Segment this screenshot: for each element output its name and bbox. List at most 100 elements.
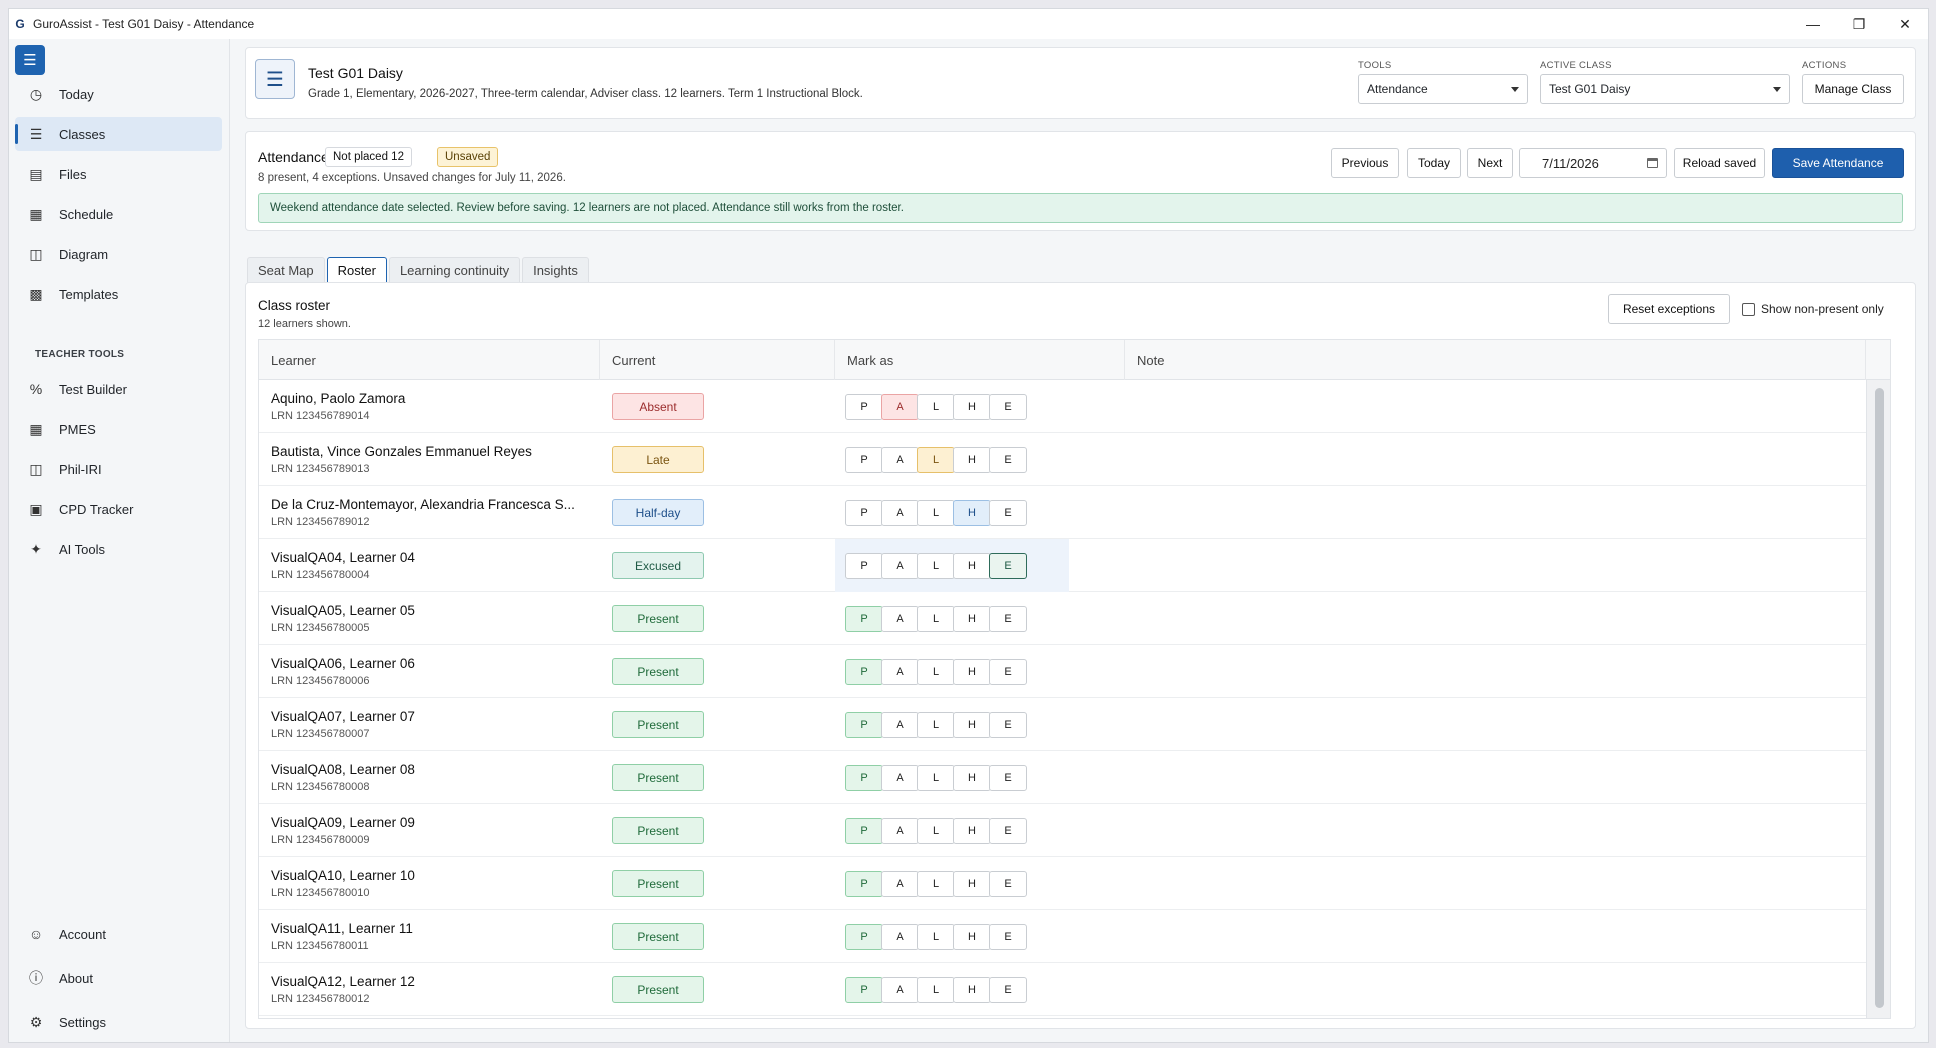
mark-absent-button[interactable]: A xyxy=(881,659,919,685)
mark-absent-button[interactable]: A xyxy=(881,924,919,950)
note-cell[interactable] xyxy=(1069,539,1866,592)
sidebar-item-schedule[interactable]: ▦ Schedule xyxy=(15,197,222,231)
mark-late-button[interactable]: L xyxy=(917,500,955,526)
mark-excused-button[interactable]: E xyxy=(989,553,1027,579)
tools-select[interactable]: Attendance xyxy=(1358,74,1528,104)
sidebar-item-test-builder[interactable]: % Test Builder xyxy=(15,372,222,406)
mark-half-day-button[interactable]: H xyxy=(953,394,991,420)
mark-half-day-button[interactable]: H xyxy=(953,924,991,950)
sidebar-item-diagram[interactable]: ◫ Diagram xyxy=(15,237,222,271)
sidebar-item-phil-iri[interactable]: ◫ Phil-IRI xyxy=(15,452,222,486)
menu-toggle-button[interactable]: ☰ xyxy=(15,45,45,75)
mark-excused-button[interactable]: E xyxy=(989,977,1027,1003)
sidebar-item-settings[interactable]: ⚙ Settings xyxy=(15,1005,222,1039)
mark-late-button[interactable]: L xyxy=(917,818,955,844)
mark-excused-button[interactable]: E xyxy=(989,606,1027,632)
mark-late-button[interactable]: L xyxy=(917,606,955,632)
mark-absent-button[interactable]: A xyxy=(881,394,919,420)
note-cell[interactable] xyxy=(1069,698,1866,751)
note-cell[interactable] xyxy=(1069,380,1866,433)
mark-present-button[interactable]: P xyxy=(845,394,883,420)
mark-absent-button[interactable]: A xyxy=(881,818,919,844)
mark-late-button[interactable]: L xyxy=(917,553,955,579)
mark-excused-button[interactable]: E xyxy=(989,659,1027,685)
next-button[interactable]: Next xyxy=(1467,148,1513,178)
minimize-icon[interactable]: — xyxy=(1790,9,1836,39)
sidebar-item-pmes[interactable]: ▦ PMES xyxy=(15,412,222,446)
mark-excused-button[interactable]: E xyxy=(989,500,1027,526)
sidebar-item-files[interactable]: ▤ Files xyxy=(15,157,222,191)
mark-excused-button[interactable]: E xyxy=(989,447,1027,473)
scrollbar-thumb[interactable] xyxy=(1875,388,1884,1008)
mark-late-button[interactable]: L xyxy=(917,765,955,791)
mark-absent-button[interactable]: A xyxy=(881,606,919,632)
sidebar-item-account[interactable]: ☺ Account xyxy=(15,917,222,951)
mark-half-day-button[interactable]: H xyxy=(953,447,991,473)
mark-half-day-button[interactable]: H xyxy=(953,818,991,844)
tab-insights[interactable]: Insights xyxy=(522,257,589,283)
mark-excused-button[interactable]: E xyxy=(989,394,1027,420)
save-attendance-button[interactable]: Save Attendance xyxy=(1772,148,1904,178)
manage-class-button[interactable]: Manage Class xyxy=(1802,74,1904,104)
mark-absent-button[interactable]: A xyxy=(881,500,919,526)
close-icon[interactable]: ✕ xyxy=(1882,9,1928,39)
note-cell[interactable] xyxy=(1069,592,1866,645)
mark-present-button[interactable]: P xyxy=(845,659,883,685)
mark-half-day-button[interactable]: H xyxy=(953,765,991,791)
sidebar-item-ai-tools[interactable]: ✦ AI Tools xyxy=(15,532,222,566)
mark-present-button[interactable]: P xyxy=(845,765,883,791)
mark-half-day-button[interactable]: H xyxy=(953,712,991,738)
sidebar-item-cpd-tracker[interactable]: ▣ CPD Tracker xyxy=(15,492,222,526)
sidebar-item-classes[interactable]: ☰ Classes xyxy=(15,117,222,151)
note-cell[interactable] xyxy=(1069,857,1866,910)
note-cell[interactable] xyxy=(1069,433,1866,486)
roster-scrollbar[interactable] xyxy=(1866,380,1890,1018)
mark-half-day-button[interactable]: H xyxy=(953,659,991,685)
reset-exceptions-button[interactable]: Reset exceptions xyxy=(1608,294,1730,324)
calendar-icon[interactable] xyxy=(1647,158,1658,168)
mark-excused-button[interactable]: E xyxy=(989,818,1027,844)
date-input[interactable]: 7/11/2026 xyxy=(1519,148,1667,178)
mark-late-button[interactable]: L xyxy=(917,712,955,738)
sidebar-item-templates[interactable]: ▩ Templates xyxy=(15,277,222,311)
mark-absent-button[interactable]: A xyxy=(881,765,919,791)
mark-present-button[interactable]: P xyxy=(845,712,883,738)
mark-absent-button[interactable]: A xyxy=(881,871,919,897)
mark-present-button[interactable]: P xyxy=(845,977,883,1003)
mark-excused-button[interactable]: E xyxy=(989,871,1027,897)
mark-half-day-button[interactable]: H xyxy=(953,606,991,632)
note-cell[interactable] xyxy=(1069,486,1866,539)
mark-late-button[interactable]: L xyxy=(917,977,955,1003)
mark-present-button[interactable]: P xyxy=(845,606,883,632)
show-non-present-checkbox[interactable] xyxy=(1742,303,1755,316)
tab-roster[interactable]: Roster xyxy=(326,257,387,283)
restore-icon[interactable]: ❐ xyxy=(1836,9,1882,39)
reload-saved-button[interactable]: Reload saved xyxy=(1674,148,1765,178)
mark-present-button[interactable]: P xyxy=(845,553,883,579)
mark-half-day-button[interactable]: H xyxy=(953,553,991,579)
sidebar-item-about[interactable]: ⓘ About xyxy=(15,961,222,995)
mark-excused-button[interactable]: E xyxy=(989,765,1027,791)
mark-present-button[interactable]: P xyxy=(845,818,883,844)
mark-absent-button[interactable]: A xyxy=(881,712,919,738)
mark-late-button[interactable]: L xyxy=(917,871,955,897)
mark-late-button[interactable]: L xyxy=(917,447,955,473)
tab-learning-continuity[interactable]: Learning continuity xyxy=(388,257,521,283)
sidebar-item-today[interactable]: ◷ Today xyxy=(15,77,222,111)
today-button[interactable]: Today xyxy=(1407,148,1461,178)
mark-late-button[interactable]: L xyxy=(917,659,955,685)
mark-present-button[interactable]: P xyxy=(845,924,883,950)
note-cell[interactable] xyxy=(1069,645,1866,698)
mark-absent-button[interactable]: A xyxy=(881,553,919,579)
mark-half-day-button[interactable]: H xyxy=(953,871,991,897)
note-cell[interactable] xyxy=(1069,963,1866,1016)
mark-excused-button[interactable]: E xyxy=(989,712,1027,738)
mark-present-button[interactable]: P xyxy=(845,447,883,473)
mark-half-day-button[interactable]: H xyxy=(953,977,991,1003)
note-cell[interactable] xyxy=(1069,804,1866,857)
mark-absent-button[interactable]: A xyxy=(881,977,919,1003)
mark-late-button[interactable]: L xyxy=(917,394,955,420)
note-cell[interactable] xyxy=(1069,910,1866,963)
mark-absent-button[interactable]: A xyxy=(881,447,919,473)
tab-seat-map[interactable]: Seat Map xyxy=(247,257,325,283)
